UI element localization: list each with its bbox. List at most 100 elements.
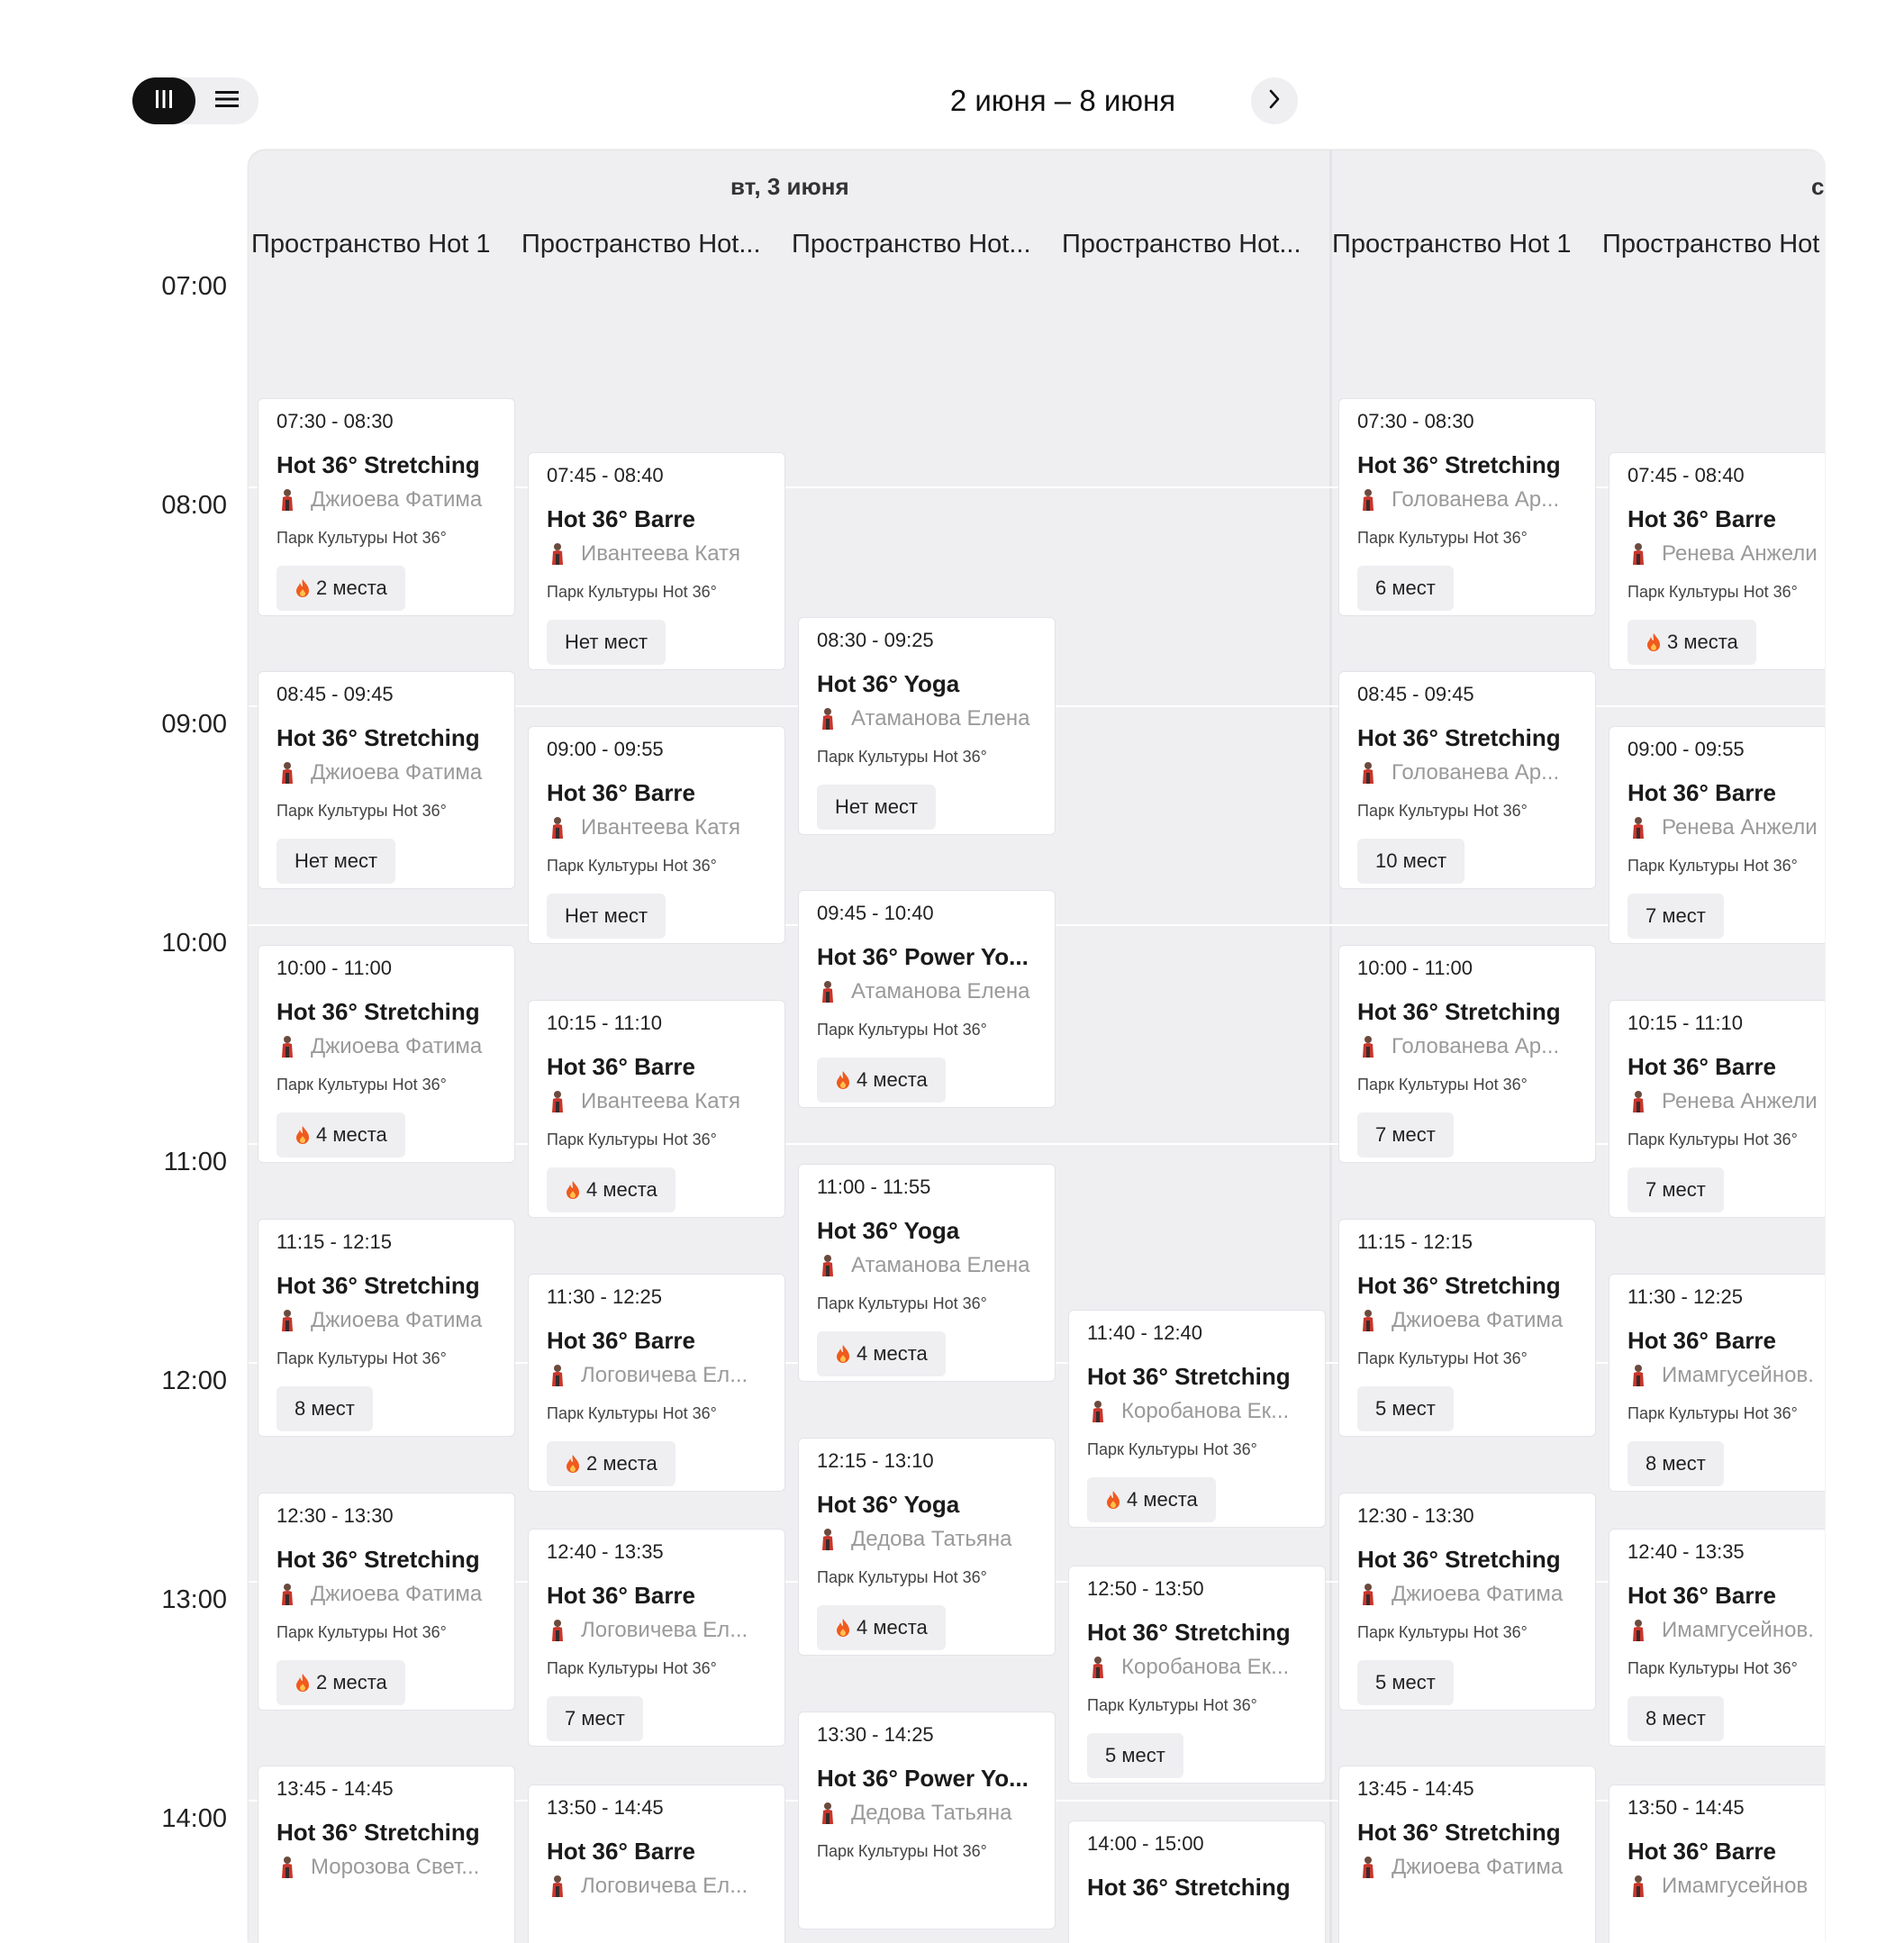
session-time: 07:45 - 08:40 xyxy=(547,464,664,487)
trainer-avatar xyxy=(547,1089,568,1114)
class-card[interactable]: 12:30 - 13:30Hot 36° StretchingДжиоева Ф… xyxy=(258,1493,515,1711)
class-card[interactable]: 13:45 - 14:45Hot 36° StretchingДжиоева Ф… xyxy=(1338,1766,1596,1943)
session-time: 11:30 - 12:25 xyxy=(547,1285,662,1309)
class-card[interactable]: 10:15 - 11:10Hot 36° BarreИвантеева Катя… xyxy=(528,1000,785,1218)
trainer-avatar xyxy=(817,979,839,1004)
class-card[interactable]: 14:00 - 15:00Hot 36° Stretching xyxy=(1068,1820,1326,1943)
class-card[interactable]: 10:00 - 11:00Hot 36° StretchingДжиоева Ф… xyxy=(258,945,515,1163)
spots-label: 5 мест xyxy=(1375,1671,1436,1694)
time-label: 11:00 xyxy=(126,1148,227,1177)
class-card[interactable]: 08:30 - 09:25Hot 36° YogaАтаманова Елена… xyxy=(798,617,1056,835)
location-name: Парк Культуры Hot 36° xyxy=(1087,1440,1257,1459)
time-label: 07:00 xyxy=(126,272,227,302)
trainer-row: Джиоева Фатима xyxy=(277,1308,482,1333)
location-name: Парк Культуры Hot 36° xyxy=(1627,1130,1798,1149)
class-card[interactable]: 11:00 - 11:55Hot 36° YogaАтаманова Елена… xyxy=(798,1164,1056,1382)
fire-icon xyxy=(1646,632,1662,652)
session-time: 14:00 - 15:00 xyxy=(1087,1832,1204,1856)
schedule-grid: вт, 3 июняПространство Hot 107:30 - 08:3… xyxy=(249,150,1825,1943)
class-card[interactable]: 13:50 - 14:45Hot 36° BarreИмамгусейнов xyxy=(1609,1784,1825,1943)
trainer-name: Атаманова Елена xyxy=(851,706,1029,731)
session-time: 08:45 - 09:45 xyxy=(1357,683,1474,706)
session-time: 12:40 - 13:35 xyxy=(547,1540,664,1564)
class-card[interactable]: 13:30 - 14:25Hot 36° Power Yo...Дедова Т… xyxy=(798,1711,1056,1929)
class-card[interactable]: 08:45 - 09:45 Hot 36° Stretching Джиоева Ф… xyxy=(258,671,515,889)
class-card[interactable]: 11:15 - 12:15Hot 36° StretchingДжиоева Ф… xyxy=(1338,1219,1596,1437)
class-card[interactable]: 12:15 - 13:10Hot 36° YogaДедова ТатьянаП… xyxy=(798,1438,1056,1656)
fire-icon xyxy=(295,578,311,598)
calendar-view-button[interactable] xyxy=(132,77,195,124)
room-header: Пространство Hot 1 xyxy=(1332,230,1598,259)
fire-icon xyxy=(1105,1490,1121,1510)
class-card[interactable]: 08:45 - 09:45 Hot 36° Stretching Голованев… xyxy=(1338,671,1596,889)
location-name: Парк Культуры Hot 36° xyxy=(817,1021,987,1040)
class-name: Hot 36° Stretching xyxy=(1357,724,1561,752)
trainer-avatar xyxy=(1627,1618,1649,1643)
spots-badge: 4 места xyxy=(1087,1477,1216,1522)
class-card[interactable]: 13:45 - 14:45Hot 36° StretchingМорозова … xyxy=(258,1766,515,1943)
location-name: Парк Культуры Hot 36° xyxy=(1357,1076,1528,1094)
spots-label: 8 мест xyxy=(1646,1452,1706,1475)
class-card[interactable]: 07:45 - 08:40Hot 36° BarreРенева АнжелиП… xyxy=(1609,452,1825,670)
class-card[interactable]: 12:50 - 13:50Hot 36° StretchingКоробанов… xyxy=(1068,1566,1326,1784)
class-name: Hot 36° Barre xyxy=(547,1327,695,1355)
trainer-name: Имамгусейнов xyxy=(1662,1874,1808,1899)
trainer-name: Логовичева Ел... xyxy=(581,1874,748,1899)
spots-badge: Нет мест xyxy=(817,785,936,830)
class-card[interactable]: 07:45 - 08:40Hot 36° BarreИвантеева Катя… xyxy=(528,452,785,670)
view-toggle xyxy=(132,77,258,124)
session-time: 10:00 - 11:00 xyxy=(277,957,392,980)
trainer-row: Ренева Анжели xyxy=(1627,815,1818,840)
spots-badge: 7 мест xyxy=(1627,1167,1724,1212)
class-card[interactable]: 10:15 - 11:10Hot 36° BarreРенева АнжелиП… xyxy=(1609,1000,1825,1218)
trainer-name: Коробанова Ек... xyxy=(1121,1399,1289,1424)
spots-badge: 6 мест xyxy=(1357,566,1454,611)
trainer-avatar xyxy=(547,1874,568,1899)
trainer-name: Имамгусейнов. xyxy=(1662,1618,1814,1643)
session-time: 12:15 - 13:10 xyxy=(817,1449,934,1473)
class-card[interactable]: 09:00 - 09:55Hot 36° BarreРенева АнжелиП… xyxy=(1609,726,1825,944)
spots-badge: 5 мест xyxy=(1357,1660,1454,1705)
time-label: 10:00 xyxy=(126,929,227,958)
class-card[interactable]: 09:45 - 10:40Hot 36° Power Yo...Атаманов… xyxy=(798,890,1056,1108)
spots-badge: 8 мест xyxy=(1627,1696,1724,1741)
trainer-name: Голованева Ар... xyxy=(1392,1034,1559,1059)
trainer-name: Голованева Ар... xyxy=(1392,760,1559,785)
session-time: 10:15 - 11:10 xyxy=(547,1012,662,1035)
class-card[interactable]: 07:30 - 08:30Hot 36° StretchingДжиоева Ф… xyxy=(258,398,515,616)
trainer-row: Джиоева Фатима xyxy=(277,760,482,785)
list-view-button[interactable] xyxy=(195,77,258,124)
class-card[interactable]: 13:50 - 14:45Hot 36° BarreЛоговичева Ел.… xyxy=(528,1784,785,1943)
class-card[interactable]: 11:15 - 12:15Hot 36° StretchingДжиоева Ф… xyxy=(258,1219,515,1437)
trainer-avatar xyxy=(817,1253,839,1278)
trainer-row: Логовичева Ел... xyxy=(547,1363,748,1388)
session-time: 09:00 - 09:55 xyxy=(547,738,664,761)
class-card[interactable]: 10:00 - 11:00Hot 36° StretchingГолованев… xyxy=(1338,945,1596,1163)
class-card[interactable]: 11:40 - 12:40Hot 36° StretchingКоробанов… xyxy=(1068,1310,1326,1528)
spots-label: 4 места xyxy=(857,1616,928,1639)
trainer-row: Имамгусейнов xyxy=(1627,1874,1808,1899)
class-card[interactable]: 09:00 - 09:55Hot 36° BarreИвантеева Катя… xyxy=(528,726,785,944)
trainer-row: Логовичева Ел... xyxy=(547,1874,748,1899)
trainer-avatar xyxy=(277,487,298,513)
class-name: Hot 36° Barre xyxy=(1627,779,1776,807)
trainer-name: Логовичева Ел... xyxy=(581,1618,748,1643)
class-card[interactable]: 12:30 - 13:30Hot 36° StretchingДжиоева Ф… xyxy=(1338,1493,1596,1711)
class-card[interactable]: 12:40 - 13:35Hot 36° BarreИмамгусейнов.П… xyxy=(1609,1529,1825,1747)
trainer-avatar xyxy=(277,1308,298,1333)
spots-label: 3 места xyxy=(1667,631,1738,654)
session-time: 08:45 - 09:45 xyxy=(277,683,394,706)
trainer-avatar xyxy=(817,1801,839,1826)
class-card[interactable]: 12:40 - 13:35Hot 36° BarreЛоговичева Ел.… xyxy=(528,1529,785,1747)
trainer-row: Джиоева Фатима xyxy=(277,1582,482,1607)
next-week-button[interactable] xyxy=(1251,77,1298,124)
trainer-row: Атаманова Елена xyxy=(817,979,1029,1004)
class-card[interactable]: 11:30 - 12:25Hot 36° BarreИмамгусейнов.П… xyxy=(1609,1274,1825,1492)
class-name: Hot 36° Barre xyxy=(1627,1053,1776,1081)
trainer-name: Джиоева Фатима xyxy=(311,760,482,785)
class-card[interactable]: 11:30 - 12:25 Hot 36° Barre Логовичева Ел.… xyxy=(528,1274,785,1492)
class-name: Hot 36° Stretching xyxy=(277,1819,480,1847)
class-card[interactable]: 07:30 - 08:30Hot 36° StretchingГолованев… xyxy=(1338,398,1596,616)
spots-label: 4 места xyxy=(857,1342,928,1366)
class-name: Hot 36° Stretching xyxy=(277,724,480,752)
